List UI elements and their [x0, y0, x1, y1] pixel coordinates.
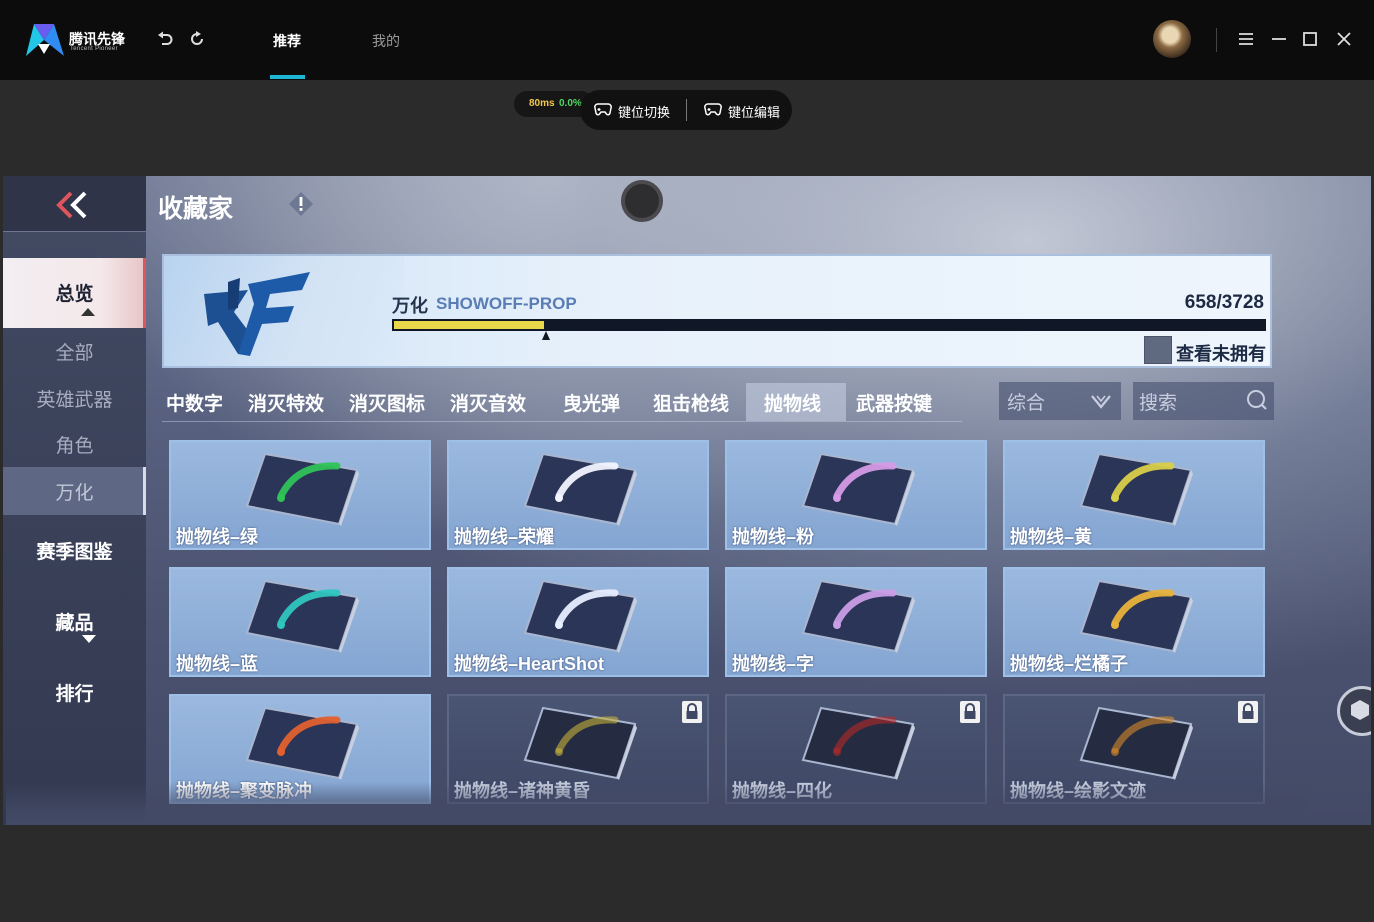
- back-button[interactable]: [3, 176, 146, 232]
- item-card[interactable]: 抛物线–诸神黄昏: [447, 694, 709, 804]
- item-card[interactable]: 抛物线–蓝: [169, 567, 431, 677]
- sidebar-item-collection[interactable]: 藏品: [3, 608, 146, 635]
- toolbar-divider: [686, 99, 687, 121]
- item-card-label: 抛物线–HeartShot: [454, 654, 605, 674]
- collection-banner: 万化 SHOWOFF-PROP 658/3728 查看未拥有: [162, 254, 1272, 368]
- joystick-dot[interactable]: [621, 180, 663, 222]
- banner-name-en: SHOWOFF-PROP: [436, 294, 577, 313]
- tab-kill-sound[interactable]: 消灭音效: [450, 389, 526, 416]
- item-tablet-icon: [523, 452, 637, 526]
- tab-recommend[interactable]: 推荐: [273, 31, 301, 51]
- app-logo-icon: [26, 24, 64, 56]
- item-tablet-icon: [1079, 706, 1193, 780]
- item-card[interactable]: 抛物线–粉: [725, 440, 987, 550]
- app-name-sub: Tencent Pioneer: [70, 46, 118, 52]
- sidebar-item-hero-weapons[interactable]: 英雄武器: [3, 385, 146, 412]
- lock-icon: [682, 701, 702, 723]
- maximize-icon[interactable]: [1301, 30, 1319, 48]
- item-card-label: 抛物线–蓝: [176, 654, 259, 674]
- key-edit-button[interactable]: 键位编辑: [728, 102, 780, 121]
- sidebar-item-characters[interactable]: 角色: [3, 431, 146, 458]
- item-tablet-icon: [801, 452, 915, 526]
- tab-mine[interactable]: 我的: [372, 31, 400, 51]
- search-placeholder: 搜索: [1139, 393, 1178, 414]
- sidebar-item-all[interactable]: 全部: [3, 338, 146, 365]
- item-tablet-icon: [523, 579, 637, 653]
- item-card[interactable]: 抛物线–黄: [1003, 440, 1265, 550]
- info-icon[interactable]: [288, 191, 314, 217]
- latency-value: 80ms: [529, 98, 555, 109]
- item-card[interactable]: 抛物线–四化: [725, 694, 987, 804]
- minimize-icon[interactable]: [1270, 30, 1288, 48]
- tab-sniper-line[interactable]: 狙击枪线: [653, 389, 729, 416]
- sidebar-item-ranking[interactable]: 排行: [3, 679, 146, 706]
- chevron-down-icon: [1091, 395, 1111, 409]
- item-tablet-icon: [1079, 579, 1193, 653]
- item-card[interactable]: 抛物线–荣耀: [447, 440, 709, 550]
- item-tablet-icon: [245, 452, 359, 526]
- key-switch-button[interactable]: 键位切换: [618, 102, 670, 121]
- item-card-label: 抛物线–粉: [732, 527, 815, 547]
- show-unowned-checkbox[interactable]: [1144, 336, 1172, 364]
- gamepad-edit-icon: [704, 103, 722, 116]
- item-card-label: 抛物线–四化: [732, 781, 833, 801]
- refresh-icon[interactable]: [188, 30, 206, 48]
- tab-weapon-keys[interactable]: 武器按键: [856, 389, 932, 416]
- page-title: 收藏家: [158, 195, 234, 223]
- item-card[interactable]: 抛物线–绘影文迹: [1003, 694, 1265, 804]
- item-tablet-icon: [245, 706, 359, 780]
- item-tablet-icon: [1079, 452, 1193, 526]
- item-card[interactable]: 抛物线–HeartShot: [447, 567, 709, 677]
- tab-parabola[interactable]: 抛物线: [764, 389, 821, 416]
- item-card-label: 抛物线–黄: [1010, 527, 1093, 547]
- game-screen: 总览 全部 英雄武器 角色 万化 赛季图鉴 藏品 排行 收藏家 万化 SHOWO…: [3, 176, 1371, 825]
- hexagon-icon: [1351, 700, 1369, 720]
- title-bar: 腾讯先锋 Tencent Pioneer 推荐 我的: [0, 0, 1374, 80]
- caret-up-icon: [81, 308, 95, 316]
- avatar[interactable]: [1153, 20, 1191, 58]
- item-card-label: 抛物线–绿: [176, 527, 259, 547]
- undo-icon[interactable]: [156, 30, 174, 48]
- item-tablet-icon: [801, 706, 915, 780]
- lock-icon: [1238, 701, 1258, 723]
- packet-loss-value: 0.0%: [559, 98, 582, 109]
- item-tablet-icon: [801, 579, 915, 653]
- gamepad-icon: [594, 103, 612, 116]
- sort-dropdown-label: 综合: [1007, 393, 1046, 414]
- sidebar-item-season-guide[interactable]: 赛季图鉴: [3, 537, 146, 564]
- sidebar-item-overview[interactable]: 总览: [3, 279, 146, 306]
- item-card[interactable]: 抛物线–绿: [169, 440, 431, 550]
- tab-tracer[interactable]: 曳光弹: [563, 389, 620, 416]
- item-card[interactable]: 抛物线–聚变脉冲: [169, 694, 431, 804]
- item-card-label: 抛物线–绘影文迹: [1010, 781, 1147, 801]
- collection-count: 658/3728: [1184, 292, 1264, 313]
- cf-logo-icon: [204, 272, 310, 356]
- item-tablet-icon: [523, 706, 637, 780]
- tab-kill-number[interactable]: 中数字: [166, 389, 223, 416]
- tab-kill-effect[interactable]: 消灭特效: [248, 389, 324, 416]
- collection-progress-fill: [392, 319, 546, 331]
- show-unowned-label[interactable]: 查看未拥有: [1176, 340, 1266, 366]
- sidebar-item-showoff[interactable]: 万化: [3, 478, 146, 505]
- floating-menu-button[interactable]: [1337, 686, 1371, 736]
- item-card-label: 抛物线–荣耀: [454, 527, 555, 547]
- close-icon[interactable]: [1335, 30, 1353, 48]
- tab-active-indicator: [270, 75, 305, 79]
- search-icon[interactable]: [1245, 388, 1269, 412]
- item-card-label: 抛物线–聚变脉冲: [176, 781, 313, 801]
- caret-down-icon: [82, 635, 96, 643]
- item-tablet-icon: [245, 579, 359, 653]
- menu-icon[interactable]: [1237, 30, 1255, 48]
- lock-icon: [960, 701, 980, 723]
- item-card[interactable]: 抛物线–字: [725, 567, 987, 677]
- banner-name-cn: 万化: [392, 296, 428, 316]
- tab-kill-icon[interactable]: 消灭图标: [349, 389, 425, 416]
- item-card-label: 抛物线–字: [732, 654, 815, 674]
- divider: [1216, 28, 1217, 52]
- back-chevron-icon: [56, 191, 87, 219]
- item-card-label: 抛物线–烂橘子: [1010, 654, 1129, 674]
- progress-marker: [542, 331, 550, 340]
- item-card-label: 抛物线–诸神黄昏: [454, 781, 591, 801]
- item-card[interactable]: 抛物线–烂橘子: [1003, 567, 1265, 677]
